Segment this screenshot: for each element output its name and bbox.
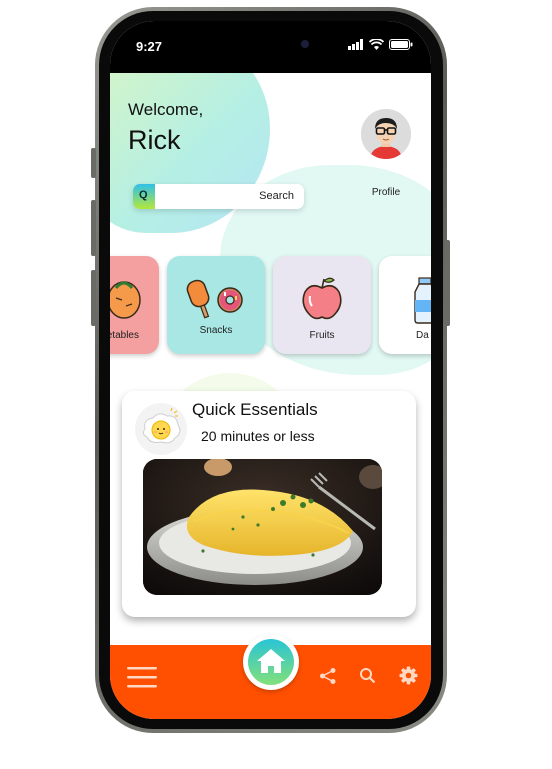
cellular-signal-icon <box>348 39 363 50</box>
status-time: 9:27 <box>136 39 163 54</box>
menu-icon[interactable] <box>127 667 157 689</box>
search-label: Search <box>259 190 294 202</box>
status-icons <box>348 39 413 50</box>
milk-icon <box>414 277 431 324</box>
category-dairy[interactable]: Da <box>379 256 431 354</box>
side-button-power <box>445 240 450 326</box>
snacks-icon <box>186 279 243 319</box>
search-icon[interactable] <box>359 667 376 684</box>
home-button-inner <box>248 639 294 685</box>
home-button[interactable] <box>243 634 299 690</box>
category-label: Da <box>416 330 429 341</box>
omelette-photo[interactable] <box>143 459 382 595</box>
quick-essentials-card[interactable]: Quick Essentials 20 minutes or less <box>122 391 416 617</box>
category-vegetables[interactable]: etables <box>110 256 159 354</box>
omelette-illustration <box>143 459 382 595</box>
category-label: Snacks <box>199 325 233 336</box>
profile-avatar[interactable] <box>361 109 411 159</box>
category-snacks[interactable]: Snacks <box>167 256 265 354</box>
category-label: etables <box>110 330 139 341</box>
search-bar[interactable]: Q Search <box>133 184 304 209</box>
welcome-greeting: Welcome, <box>128 100 204 119</box>
profile-label[interactable]: Profile <box>361 187 411 198</box>
user-name: Rick <box>128 125 181 155</box>
wifi-icon <box>369 39 384 50</box>
card-subtitle: 20 minutes or less <box>201 428 315 444</box>
phone-screen: 9:27 Welcome, Rick Profile Q Search tabl… <box>110 21 431 719</box>
status-bar: 9:27 <box>110 21 431 73</box>
home-content: Welcome, Rick Profile Q Search tables Sn… <box>110 73 431 645</box>
fried-egg-icon-graphic <box>142 407 181 444</box>
side-button-volume-down <box>91 270 96 326</box>
settings-icon[interactable] <box>399 666 418 685</box>
side-button-mute <box>91 148 96 178</box>
avatar-icon <box>361 109 411 159</box>
search-icon[interactable]: Q <box>133 184 155 209</box>
search-icon-letter: Q <box>139 189 148 201</box>
home-icon <box>257 649 285 673</box>
apple-icon <box>302 277 342 320</box>
share-icon[interactable] <box>319 667 337 685</box>
battery-icon <box>389 39 413 50</box>
vegetables-icon <box>110 281 141 319</box>
category-label: Fruits <box>309 330 335 341</box>
fried-egg-icon <box>135 403 187 455</box>
card-title: Quick Essentials <box>192 400 318 419</box>
side-button-volume-up <box>91 200 96 256</box>
front-camera <box>301 40 309 48</box>
category-fruits[interactable]: Fruits <box>273 256 371 354</box>
